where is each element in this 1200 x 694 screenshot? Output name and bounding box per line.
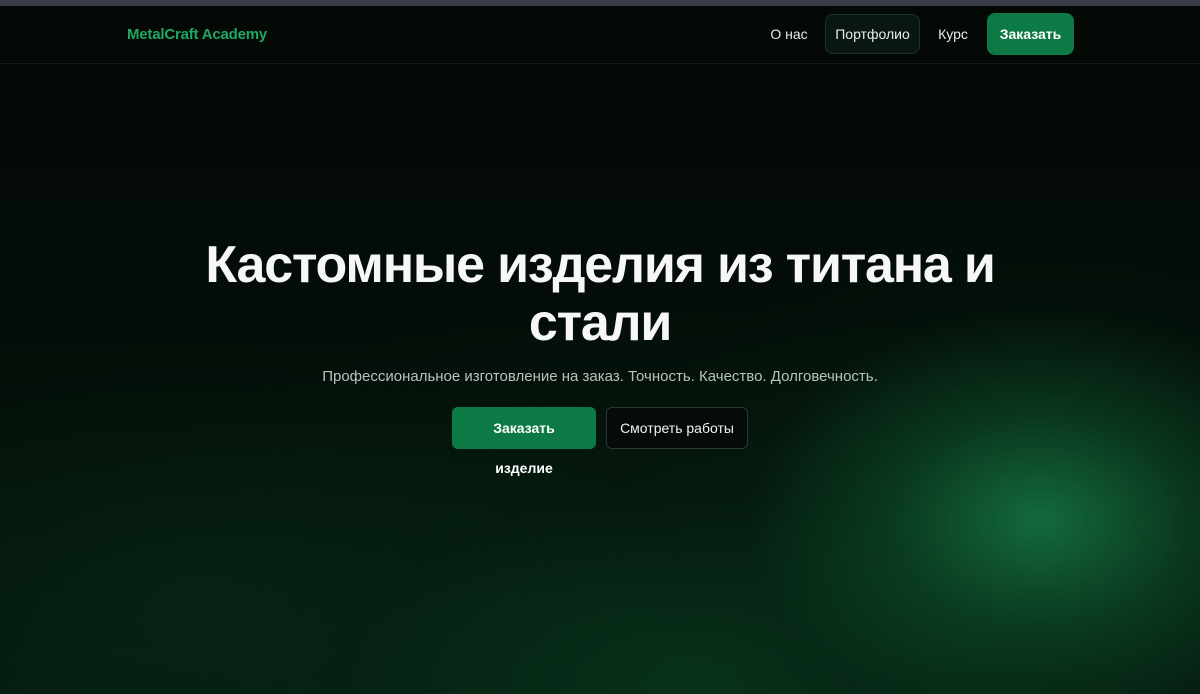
hero-actions: Заказать изделие Смотреть работы: [0, 407, 1200, 476]
nav-link-course[interactable]: Курс: [929, 14, 977, 54]
landing-page: MetalCraft Academy О нас Портфолио Курс …: [0, 0, 1200, 694]
nav-link-portfolio[interactable]: Портфолио: [825, 14, 920, 54]
order-product-button[interactable]: Заказать изделие: [452, 407, 596, 476]
hero-title: Кастомные изделия из титана и стали: [205, 236, 995, 352]
hero-section: Кастомные изделия из титана и стали Проф…: [0, 236, 1200, 476]
hero-subtitle: Профессиональное изготовление на заказ. …: [322, 368, 878, 385]
navbar: MetalCraft Academy О нас Портфолио Курс …: [0, 6, 1200, 64]
view-works-button[interactable]: Смотреть работы: [606, 407, 748, 449]
brand-logo-link[interactable]: MetalCraft Academy: [127, 26, 267, 43]
nav-link-about[interactable]: О нас: [759, 14, 819, 54]
nav-order-button[interactable]: Заказать: [987, 13, 1074, 55]
